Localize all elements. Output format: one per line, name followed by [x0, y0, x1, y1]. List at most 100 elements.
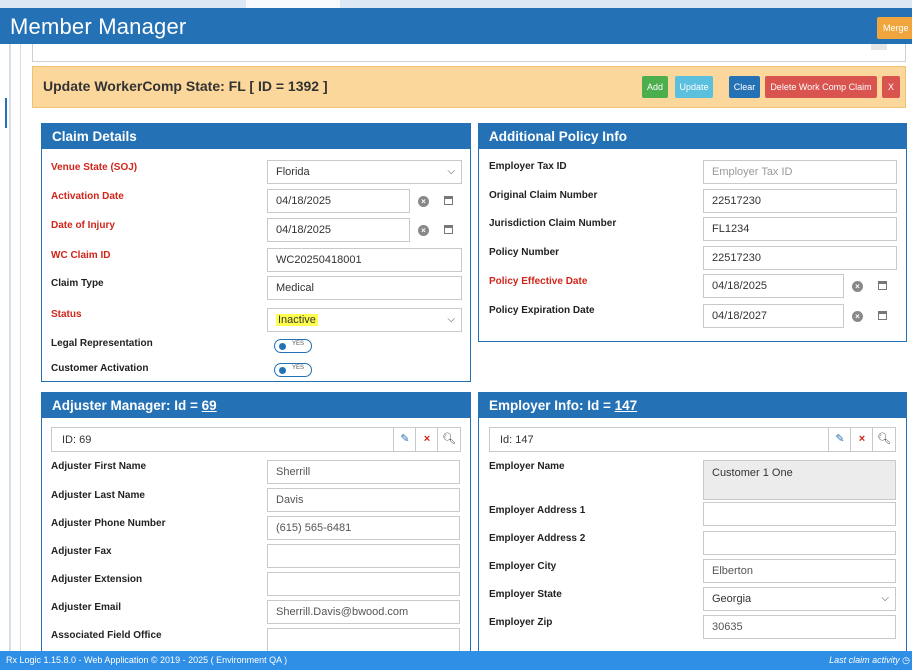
injury-date-input[interactable]: 04/18/2025: [267, 218, 410, 242]
policy-number-label: Policy Number: [489, 247, 560, 258]
customer-activation-toggle[interactable]: YES: [274, 363, 312, 377]
policy-info-header: Additional Policy Info: [479, 124, 906, 149]
adjuster-first-name-input[interactable]: Sherrill: [267, 460, 460, 484]
claim-details-header: Claim Details: [42, 124, 470, 149]
adjuster-email-input[interactable]: Sherrill.Davis@bwood.com: [267, 600, 460, 624]
calendar-icon[interactable]: [444, 225, 453, 234]
clear-date-icon[interactable]: ×: [852, 281, 863, 292]
policy-expiration-date-label: Policy Expiration Date: [489, 305, 595, 316]
footer: Rx Logic 1.15.8.0 - Web Application © 20…: [0, 651, 912, 670]
app-title: Member Manager: [10, 14, 187, 39]
add-button[interactable]: Add: [642, 76, 668, 98]
chevron-down-icon: ⌵: [447, 314, 455, 325]
original-claim-number-input[interactable]: 22517230: [703, 189, 897, 213]
policy-info-panel: Additional Policy Info Employer Tax ID E…: [478, 123, 907, 342]
search-icon[interactable]: 🔍︎: [437, 428, 460, 451]
chevron-down-icon: ⌵: [447, 166, 455, 177]
adjuster-first-name-label: Adjuster First Name: [51, 461, 147, 472]
employer-tax-id-label: Employer Tax ID: [489, 161, 567, 172]
jurisdiction-claim-number-label: Jurisdiction Claim Number: [489, 218, 617, 229]
left-rail-inner: [20, 44, 21, 651]
search-icon[interactable]: 🔍︎: [872, 428, 895, 451]
clear-button[interactable]: Clear: [729, 76, 760, 98]
adjuster-last-name-input[interactable]: Davis: [267, 488, 460, 512]
last-claim-activity-link[interactable]: Last claim activity ◷: [829, 655, 910, 666]
update-button[interactable]: Update: [675, 76, 713, 98]
close-banner-button[interactable]: X: [882, 76, 900, 98]
employer-zip-input[interactable]: 30635: [703, 615, 896, 639]
left-rail-marker: [5, 98, 7, 128]
adjuster-fax-input[interactable]: [267, 544, 460, 568]
edit-icon[interactable]: ✎: [393, 428, 416, 451]
claim-details-panel: Claim Details Venue State (SOJ) Florida ⌵…: [41, 123, 471, 382]
employer-info-panel: Employer Info: Id = 147 Id: 147 ✎ × 🔍︎ E…: [478, 392, 907, 662]
policy-effective-date-input[interactable]: 04/18/2025: [703, 274, 844, 298]
activation-date-label: Activation Date: [51, 191, 124, 202]
employer-tax-id-input[interactable]: Employer Tax ID: [703, 160, 897, 184]
toggle-text: YES: [292, 365, 305, 371]
toggle-knob: [279, 342, 286, 350]
employer-id-link[interactable]: 147: [615, 398, 638, 413]
employer-name-textarea[interactable]: Customer 1 One: [703, 460, 896, 500]
left-rail: [9, 44, 11, 651]
delete-work-comp-claim-button[interactable]: Delete Work Comp Claim: [765, 76, 877, 98]
employer-state-value: Georgia: [712, 593, 752, 605]
calendar-icon[interactable]: [878, 311, 887, 320]
employer-search-value: Id: 147: [500, 434, 534, 446]
last-claim-activity-text: Last claim activity: [829, 655, 900, 665]
adjuster-extension-input[interactable]: [267, 572, 460, 596]
adjuster-title-text: Adjuster Manager: Id =: [52, 398, 202, 413]
clear-date-icon[interactable]: ×: [852, 311, 863, 322]
merge-button[interactable]: Merge: [877, 17, 912, 39]
adjuster-search-value: ID: 69: [62, 434, 92, 446]
venue-state-value: Florida: [276, 166, 310, 178]
jurisdiction-claim-number-input[interactable]: FL1234: [703, 217, 897, 241]
employer-address-1-input[interactable]: [703, 502, 896, 526]
claim-type-label: Claim Type: [51, 278, 104, 289]
calendar-icon[interactable]: [878, 281, 887, 290]
employer-address-1-label: Employer Address 1: [489, 505, 586, 516]
associated-field-office-label: Associated Field Office: [51, 630, 162, 641]
employer-state-select[interactable]: Georgia ⌵: [703, 587, 896, 611]
employer-city-input[interactable]: Elberton: [703, 559, 896, 583]
remove-icon[interactable]: ×: [850, 428, 873, 451]
adjuster-manager-header: Adjuster Manager: Id = 69: [42, 393, 470, 418]
claim-type-input[interactable]: Medical: [267, 276, 462, 300]
employer-city-label: Employer City: [489, 561, 557, 572]
adjuster-id-link[interactable]: 69: [202, 398, 217, 413]
employer-state-label: Employer State: [489, 589, 562, 600]
original-claim-number-label: Original Claim Number: [489, 190, 598, 201]
adjuster-search[interactable]: ID: 69 ✎ × 🔍︎: [51, 427, 461, 452]
top-content-box: [32, 44, 906, 62]
policy-expiration-date-input[interactable]: 04/18/2027: [703, 304, 844, 328]
clear-date-icon[interactable]: ×: [418, 225, 429, 236]
legal-representation-toggle[interactable]: YES: [274, 339, 312, 353]
clock-icon: ◷: [902, 655, 910, 665]
customer-activation-label: Customer Activation: [51, 363, 149, 374]
banner-title: Update WorkerComp State: FL [ ID = 1392 …: [43, 78, 328, 94]
footer-version-text: Rx Logic 1.15.8.0 - Web Application © 20…: [6, 655, 288, 665]
associated-field-office-input[interactable]: [267, 628, 460, 652]
injury-date-label: Date of Injury: [51, 220, 115, 231]
venue-state-label: Venue State (SOJ): [51, 162, 138, 173]
employer-zip-label: Employer Zip: [489, 617, 553, 628]
employer-address-2-input[interactable]: [703, 531, 896, 555]
status-select[interactable]: Inactive ⌵: [267, 308, 462, 332]
remove-icon[interactable]: ×: [415, 428, 438, 451]
adjuster-phone-input[interactable]: (615) 565-6481: [267, 516, 460, 540]
chevron-down-icon: ⌵: [881, 593, 889, 604]
employer-address-2-label: Employer Address 2: [489, 533, 586, 544]
legal-representation-label: Legal Representation: [51, 338, 153, 349]
activation-date-input[interactable]: 04/18/2025: [267, 189, 410, 213]
app-header: Member Manager Merge: [0, 8, 912, 44]
status-value: Inactive: [276, 314, 318, 326]
policy-number-input[interactable]: 22517230: [703, 246, 897, 270]
employer-search[interactable]: Id: 147 ✎ × 🔍︎: [489, 427, 896, 452]
adjuster-phone-label: Adjuster Phone Number: [51, 518, 166, 529]
venue-state-select[interactable]: Florida ⌵: [267, 160, 462, 184]
edit-icon[interactable]: ✎: [828, 428, 851, 451]
wc-claim-id-input[interactable]: WC20250418001: [267, 248, 462, 272]
clear-date-icon[interactable]: ×: [418, 196, 429, 207]
scrollbar-thumb[interactable]: [871, 44, 887, 50]
calendar-icon[interactable]: [444, 196, 453, 205]
